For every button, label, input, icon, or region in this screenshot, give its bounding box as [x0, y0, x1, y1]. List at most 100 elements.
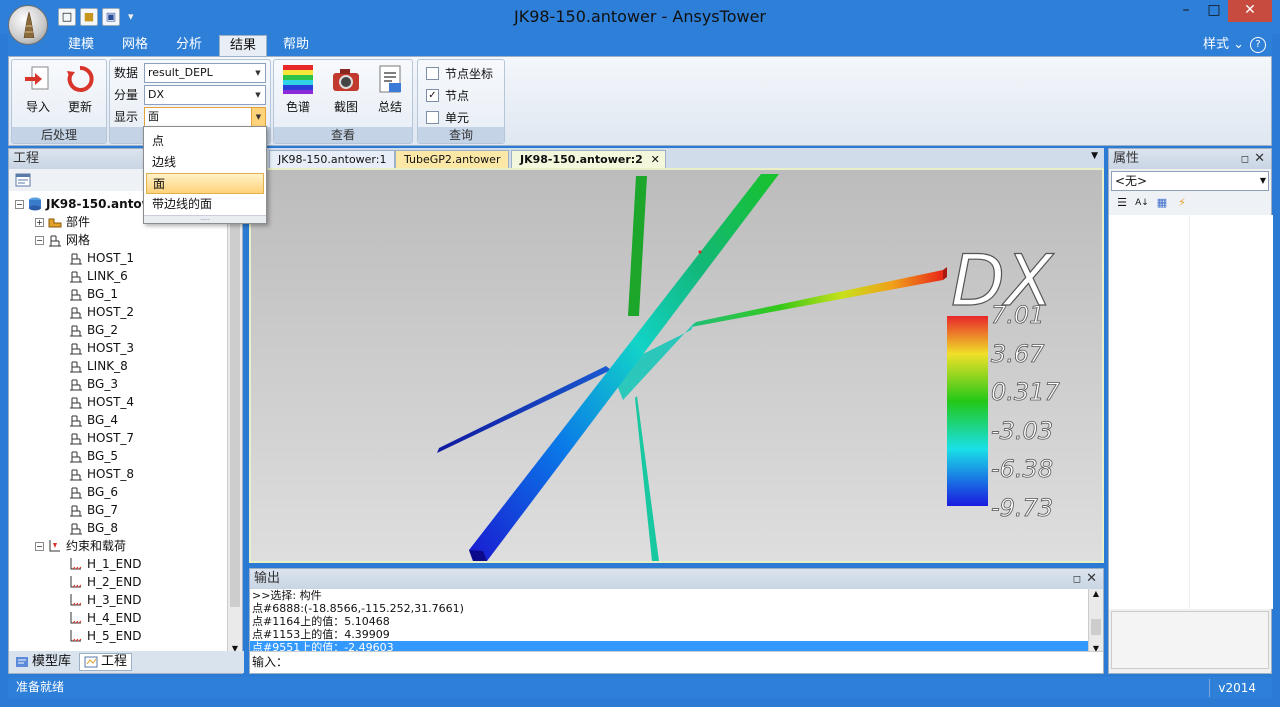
tree-item-constraint[interactable]: H_3_END — [69, 591, 141, 609]
dropdown-resize-grip[interactable]: ..... — [144, 215, 266, 223]
tree-item-mesh[interactable]: LINK_8 — [69, 357, 128, 375]
mesh-part-icon — [70, 361, 82, 373]
display-select[interactable]: 面 ▼ — [144, 107, 266, 127]
screenshot-button[interactable]: 截图 — [326, 64, 366, 115]
tree-item-mesh[interactable]: HOST_3 — [69, 339, 134, 357]
close-button[interactable]: ✕ — [1228, 0, 1272, 22]
tree-root[interactable]: − JK98-150.antow — [15, 195, 153, 213]
tree-item-label: BG_2 — [87, 323, 118, 337]
spectrum-button[interactable]: 色谱 — [278, 64, 318, 115]
tree-folder-parts[interactable]: + 部件 — [35, 213, 90, 231]
tree-item-constraint[interactable]: H_4_END — [69, 609, 141, 627]
collapse-icon[interactable]: − — [15, 199, 24, 209]
doc-tab-tubegp2[interactable]: TubeGP2.antower — [395, 150, 510, 168]
tree-item-constraint[interactable]: H_1_END — [69, 555, 141, 573]
checkbox-box[interactable] — [426, 67, 439, 80]
tree-folder-constraints[interactable]: − 约束和载荷 — [35, 537, 126, 555]
collapse-icon[interactable]: − — [35, 235, 44, 245]
tree-item-mesh[interactable]: HOST_4 — [69, 393, 134, 411]
dropdown-option-face[interactable]: 面 — [146, 173, 264, 194]
checkbox-box[interactable]: ✓ — [426, 89, 439, 102]
tree-item-mesh[interactable]: HOST_2 — [69, 303, 134, 321]
tab-project[interactable]: 工程 — [79, 653, 133, 671]
tree-item-label: HOST_3 — [87, 341, 135, 355]
property-pages-icon[interactable]: ▦ — [1155, 196, 1169, 210]
doc-tab-jk98-2[interactable]: JK98-150.antower:2 ✕ — [511, 150, 666, 168]
tree-item-mesh[interactable]: BG_2 — [69, 321, 118, 339]
chevron-down-icon: ▼ — [255, 69, 261, 77]
properties-panel-title: 属性 — [1113, 151, 1140, 166]
tree-item-constraint[interactable]: H_2_END — [69, 573, 141, 591]
pin-icon[interactable]: ◻ — [1241, 150, 1249, 169]
tree-item-label: HOST_7 — [87, 431, 135, 445]
tree-item-mesh[interactable]: BG_7 — [69, 501, 118, 519]
checkbox-box[interactable] — [426, 111, 439, 124]
tree-item-mesh[interactable]: BG_4 — [69, 411, 118, 429]
events-icon[interactable]: ⚡ — [1175, 196, 1189, 210]
node-coords-checkbox[interactable]: 节点坐标 — [426, 65, 493, 82]
tab-project-label: 工程 — [101, 654, 128, 669]
tab-model-library[interactable]: 模型库 — [11, 653, 75, 671]
tab-results[interactable]: 结果 — [219, 35, 268, 56]
tree-item-label: HOST_8 — [87, 467, 135, 481]
summary-button[interactable]: 总结 — [370, 64, 410, 115]
tree-item-mesh[interactable]: BG_5 — [69, 447, 118, 465]
expand-icon[interactable]: + — [35, 217, 44, 227]
maximize-button[interactable]: □ — [1200, 0, 1228, 22]
data-select[interactable]: result_DEPL ▼ — [144, 63, 266, 83]
tree-item-mesh[interactable]: BG_6 — [69, 483, 118, 501]
minimize-button[interactable]: – — [1172, 0, 1200, 22]
tree-item-mesh[interactable]: BG_1 — [69, 285, 118, 303]
scroll-thumb[interactable] — [230, 207, 240, 607]
tree-item-label: BG_8 — [87, 521, 118, 535]
summary-label: 总结 — [377, 100, 402, 114]
application-menu-button[interactable] — [8, 5, 48, 45]
dropdown-option-point[interactable]: 点 — [146, 131, 264, 152]
tab-modeling[interactable]: 建模 — [58, 35, 104, 56]
dropdown-option-edge[interactable]: 边线 — [146, 152, 264, 173]
style-menu[interactable]: 样式 ⌄ — [1203, 35, 1244, 55]
dropdown-option-face-with-edges[interactable]: 带边线的面 — [146, 194, 264, 215]
tab-analysis[interactable]: 分析 — [166, 35, 212, 56]
node-checkbox[interactable]: ✓ 节点 — [426, 87, 469, 104]
tree-item-mesh[interactable]: HOST_7 — [69, 429, 134, 447]
display-dropdown-list: 点 边线 面 带边线的面 ..... — [143, 126, 267, 224]
tree-item-mesh[interactable]: LINK_6 — [69, 267, 128, 285]
output-scrollbar[interactable]: ▲ ▼ — [1088, 589, 1103, 653]
tab-mesh[interactable]: 网格 — [112, 35, 158, 56]
tree-item-mesh[interactable]: BG_8 — [69, 519, 118, 537]
3d-viewport[interactable]: DX 7.01 3.67 0.317 -3.03 -6.38 -9.73 — [249, 168, 1104, 563]
categorized-icon[interactable]: ☰ — [1115, 196, 1129, 210]
collapse-icon[interactable]: − — [35, 541, 44, 551]
tree-folder-mesh[interactable]: − 网格 — [35, 231, 90, 249]
tree-item-mesh[interactable]: HOST_1 — [69, 249, 134, 267]
tree-item-constraint[interactable]: H_5_END — [69, 627, 141, 645]
close-icon[interactable]: ✕ — [1254, 149, 1265, 168]
alphabetical-sort-icon[interactable]: A↓ — [1135, 196, 1149, 210]
component-select[interactable]: DX ▼ — [144, 85, 266, 105]
project-properties-icon[interactable] — [15, 173, 31, 187]
import-button[interactable]: 导入 — [18, 64, 58, 115]
scroll-thumb[interactable] — [1091, 619, 1101, 635]
doc-tab-list-icon[interactable]: ▼ — [1091, 151, 1098, 161]
command-input[interactable]: 输入： — [250, 651, 1103, 673]
tree-item-mesh[interactable]: BG_3 — [69, 375, 118, 393]
tower-model-render[interactable]: DX 7.01 3.67 0.317 -3.03 -6.38 -9.73 — [251, 170, 1102, 561]
tree-item-label: HOST_1 — [87, 251, 135, 265]
help-icon[interactable]: ? — [1250, 37, 1266, 53]
tree-item-label: BG_1 — [87, 287, 118, 301]
tree-item-label: H_5_END — [87, 629, 142, 643]
element-label: 单元 — [445, 111, 470, 125]
update-button[interactable]: 更新 — [60, 64, 100, 115]
scroll-up-icon[interactable]: ▲ — [1089, 589, 1103, 598]
doc-tab-close-icon[interactable]: ✕ — [651, 151, 660, 168]
doc-tab-jk98-1[interactable]: JK98-150.antower:1 — [269, 150, 396, 168]
tree-scrollbar[interactable]: ▲ ▼ — [227, 191, 242, 653]
close-icon[interactable]: ✕ — [1086, 569, 1097, 588]
pin-icon[interactable]: ◻ — [1073, 570, 1081, 589]
tab-help[interactable]: 帮助 — [273, 35, 319, 56]
postprocess-group-title: 后处理 — [12, 127, 106, 143]
properties-object-select[interactable]: <无> ▼ — [1111, 171, 1269, 191]
tree-item-mesh[interactable]: HOST_8 — [69, 465, 134, 483]
element-checkbox[interactable]: 单元 — [426, 109, 469, 126]
